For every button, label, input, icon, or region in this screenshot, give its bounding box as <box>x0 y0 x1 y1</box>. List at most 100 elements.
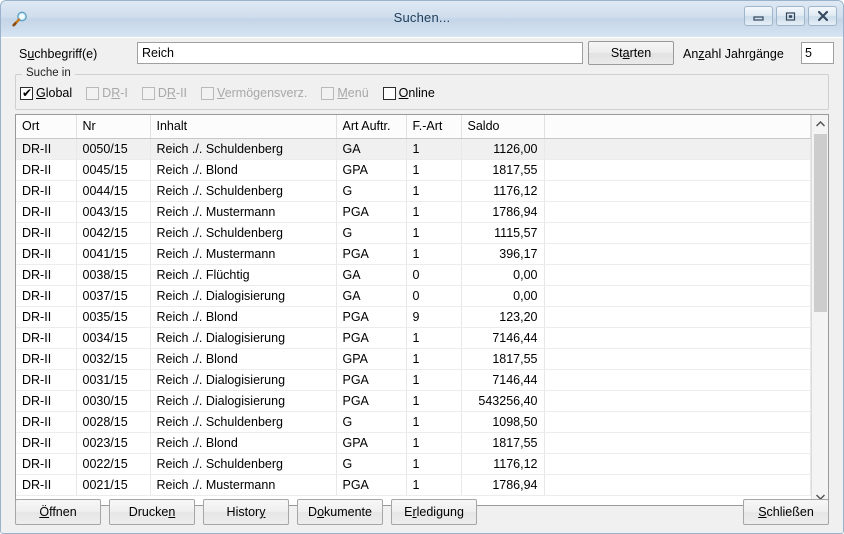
table-cell: 0042/15 <box>76 223 150 244</box>
scrollbar-thumb[interactable] <box>814 134 827 312</box>
table-cell: GPA <box>336 160 406 181</box>
close-dialog-button[interactable]: Schließen <box>743 499 829 525</box>
window-controls <box>744 6 837 26</box>
open-button[interactable]: Öffnen <box>15 499 101 525</box>
search-scope-group-label: Suche in <box>22 67 75 79</box>
table-cell: 1126,00 <box>461 139 544 160</box>
table-cell: PGA <box>336 307 406 328</box>
column-header-ort[interactable]: Ort <box>16 115 76 139</box>
checkbox-vermoegensverz-label: Vermögensverz. <box>217 86 307 100</box>
table-row[interactable]: DR-II0045/15Reich ./. BlondGPA11817,55 <box>16 160 811 181</box>
start-search-button[interactable]: Starten <box>588 41 674 65</box>
table-cell: Reich ./. Dialogisierung <box>150 391 336 412</box>
table-cell: G <box>336 412 406 433</box>
erledigung-button[interactable]: Erledigung <box>391 499 477 525</box>
table-row[interactable]: DR-II0032/15Reich ./. BlondGPA11817,55 <box>16 349 811 370</box>
maximize-button[interactable] <box>776 6 805 26</box>
table-row[interactable]: DR-II0022/15Reich ./. SchuldenbergG11176… <box>16 454 811 475</box>
table-cell: Reich ./. Mustermann <box>150 202 336 223</box>
checkbox-dr-i-label: DR-I <box>102 86 128 100</box>
results-vertical-scrollbar[interactable] <box>811 115 828 505</box>
table-row[interactable]: DR-II0038/15Reich ./. FlüchtigGA00,00 <box>16 265 811 286</box>
search-input[interactable] <box>137 42 583 64</box>
checkbox-menue: Menü <box>321 86 368 100</box>
column-header-f-art[interactable]: F.-Art <box>406 115 461 139</box>
table-cell: 1 <box>406 181 461 202</box>
table-row[interactable]: DR-II0021/15Reich ./. MustermannPGA11786… <box>16 475 811 496</box>
table-cell: 0 <box>406 265 461 286</box>
checkbox-dr-ii-box <box>142 87 155 100</box>
table-cell: Reich ./. Schuldenberg <box>150 139 336 160</box>
table-cell: 1 <box>406 454 461 475</box>
table-cell: DR-II <box>16 370 76 391</box>
title-bar: Suchen... <box>1 1 843 38</box>
table-cell: GPA <box>336 349 406 370</box>
year-count-label: Anzahl Jahrgänge <box>683 47 784 61</box>
checkbox-online-box[interactable] <box>383 87 396 100</box>
table-row[interactable]: DR-II0043/15Reich ./. MustermannPGA11786… <box>16 202 811 223</box>
table-cell <box>544 139 811 160</box>
table-row[interactable]: DR-II0031/15Reich ./. DialogisierungPGA1… <box>16 370 811 391</box>
table-cell: 1 <box>406 160 461 181</box>
table-row[interactable]: DR-II0030/15Reich ./. DialogisierungPGA1… <box>16 391 811 412</box>
close-button[interactable] <box>808 6 837 26</box>
checkbox-global[interactable]: ✔ Global <box>20 86 72 100</box>
column-header-blank[interactable] <box>544 115 811 139</box>
scroll-up-icon[interactable] <box>812 115 828 132</box>
table-cell <box>544 328 811 349</box>
table-cell: 1786,94 <box>461 202 544 223</box>
table-cell: 7146,44 <box>461 328 544 349</box>
column-header-saldo[interactable]: Saldo <box>461 115 544 139</box>
table-cell: 1 <box>406 370 461 391</box>
table-row[interactable]: DR-II0035/15Reich ./. BlondPGA9123,20 <box>16 307 811 328</box>
table-cell: Reich ./. Mustermann <box>150 475 336 496</box>
table-cell <box>544 370 811 391</box>
search-row: Suchbegriff(e) Starten Anzahl Jahrgänge <box>1 38 843 72</box>
table-cell <box>544 244 811 265</box>
table-row[interactable]: DR-II0050/15Reich ./. SchuldenbergGA1112… <box>16 139 811 160</box>
column-header-art-auftr[interactable]: Art Auftr. <box>336 115 406 139</box>
table-row[interactable]: DR-II0041/15Reich ./. MustermannPGA1396,… <box>16 244 811 265</box>
checkbox-global-label: Global <box>36 86 72 100</box>
table-cell <box>544 265 811 286</box>
results-table-frame: OrtNrInhaltArt Auftr.F.-ArtSaldo DR-II00… <box>15 114 829 506</box>
table-cell: Reich ./. Mustermann <box>150 244 336 265</box>
table-cell <box>544 286 811 307</box>
checkbox-dr-i: DR-I <box>86 86 128 100</box>
table-cell: 0034/15 <box>76 328 150 349</box>
table-cell: 1 <box>406 349 461 370</box>
search-term-label: Suchbegriff(e) <box>19 47 97 61</box>
checkbox-online[interactable]: Online <box>383 86 435 100</box>
table-row[interactable]: DR-II0034/15Reich ./. DialogisierungPGA1… <box>16 328 811 349</box>
year-count-input[interactable] <box>801 42 834 64</box>
table-row[interactable]: DR-II0028/15Reich ./. SchuldenbergG11098… <box>16 412 811 433</box>
search-dialog-window: Suchen... Suchbegriff(e <box>0 0 844 534</box>
table-cell: 1 <box>406 139 461 160</box>
table-cell: Reich ./. Schuldenberg <box>150 454 336 475</box>
table-row[interactable]: DR-II0037/15Reich ./. DialogisierungGA00… <box>16 286 811 307</box>
print-button[interactable]: Drucken <box>109 499 195 525</box>
checkbox-vermoegensverz-box <box>201 87 214 100</box>
table-cell: GA <box>336 286 406 307</box>
checkbox-vermoegensverz: Vermögensverz. <box>201 86 307 100</box>
table-row[interactable]: DR-II0042/15Reich ./. SchuldenbergG11115… <box>16 223 811 244</box>
table-row[interactable]: DR-II0044/15Reich ./. SchuldenbergG11176… <box>16 181 811 202</box>
documents-button[interactable]: Dokumente <box>297 499 383 525</box>
column-header-nr[interactable]: Nr <box>76 115 150 139</box>
table-row[interactable]: DR-II0023/15Reich ./. BlondGPA11817,55 <box>16 433 811 454</box>
table-cell: 0037/15 <box>76 286 150 307</box>
history-button[interactable]: History <box>203 499 289 525</box>
table-cell: 1176,12 <box>461 181 544 202</box>
minimize-button[interactable] <box>744 6 773 26</box>
search-scope-group: Suche in ✔ Global DR-I DR-II Vermögensve… <box>15 74 829 110</box>
table-cell: 1 <box>406 244 461 265</box>
table-cell: Reich ./. Schuldenberg <box>150 223 336 244</box>
table-cell: G <box>336 181 406 202</box>
table-cell: 0031/15 <box>76 370 150 391</box>
checkbox-global-box[interactable]: ✔ <box>20 87 33 100</box>
column-header-inhalt[interactable]: Inhalt <box>150 115 336 139</box>
table-cell <box>544 349 811 370</box>
table-cell: DR-II <box>16 328 76 349</box>
table-cell: DR-II <box>16 454 76 475</box>
table-cell: G <box>336 454 406 475</box>
